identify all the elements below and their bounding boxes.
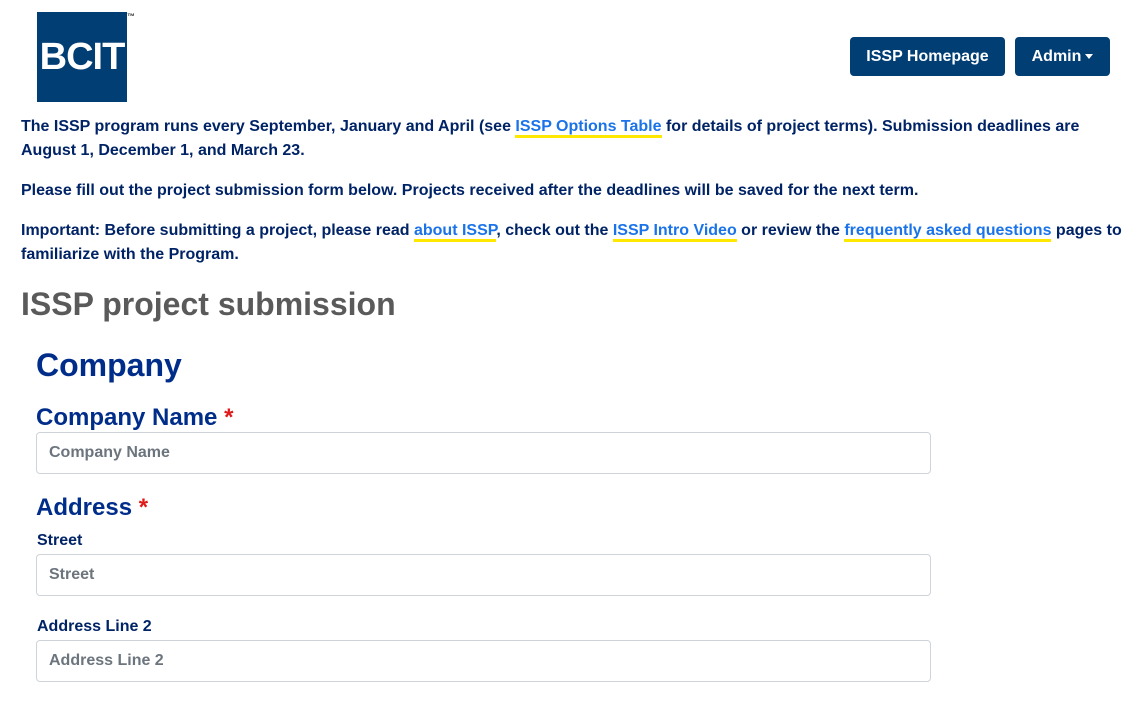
issp-intro-video-link[interactable]: ISSP Intro Video bbox=[612, 222, 737, 242]
street-input[interactable] bbox=[36, 554, 931, 596]
street-label: Street bbox=[37, 532, 83, 549]
intro-text: , check out the bbox=[496, 222, 613, 239]
bcit-logo[interactable]: BCIT bbox=[37, 12, 127, 102]
intro-text: or review the bbox=[736, 222, 845, 239]
caret-down-icon bbox=[1085, 54, 1094, 59]
required-marker: * bbox=[224, 404, 234, 431]
address-line-2-input[interactable] bbox=[36, 640, 931, 682]
company-name-input[interactable] bbox=[36, 432, 931, 474]
company-name-heading: Company Name * bbox=[36, 404, 233, 432]
faq-link[interactable]: frequently asked questions bbox=[844, 222, 1052, 242]
page-title: ISSP project submission bbox=[21, 286, 396, 322]
address-heading: Address * bbox=[36, 494, 148, 522]
about-issp-link[interactable]: about ISSP bbox=[413, 222, 497, 242]
trademark-mark: ™ bbox=[127, 12, 135, 21]
intro-text: The ISSP program runs every September, J… bbox=[21, 118, 516, 135]
intro-paragraph-important: Important: Before submitting a project, … bbox=[21, 219, 1131, 267]
address-line-2-label: Address Line 2 bbox=[37, 618, 152, 635]
issp-homepage-button[interactable]: ISSP Homepage bbox=[850, 37, 1005, 76]
admin-label: Admin bbox=[1031, 47, 1082, 65]
admin-dropdown-button[interactable]: Admin bbox=[1015, 37, 1110, 76]
intro-paragraph-form: Please fill out the project submission f… bbox=[21, 179, 1131, 203]
issp-options-table-link[interactable]: ISSP Options Table bbox=[515, 118, 662, 138]
intro-text: Please fill out the project submission f… bbox=[21, 182, 919, 199]
company-section-title: Company bbox=[36, 347, 182, 383]
logo-text: BCIT bbox=[39, 35, 126, 78]
address-label: Address bbox=[36, 494, 133, 521]
issp-homepage-label: ISSP Homepage bbox=[866, 47, 989, 65]
company-name-label: Company Name bbox=[36, 404, 218, 431]
intro-paragraph-terms: The ISSP program runs every September, J… bbox=[21, 115, 1131, 163]
intro-text: Important: Before submitting a project, … bbox=[21, 222, 414, 239]
required-marker: * bbox=[138, 494, 149, 521]
